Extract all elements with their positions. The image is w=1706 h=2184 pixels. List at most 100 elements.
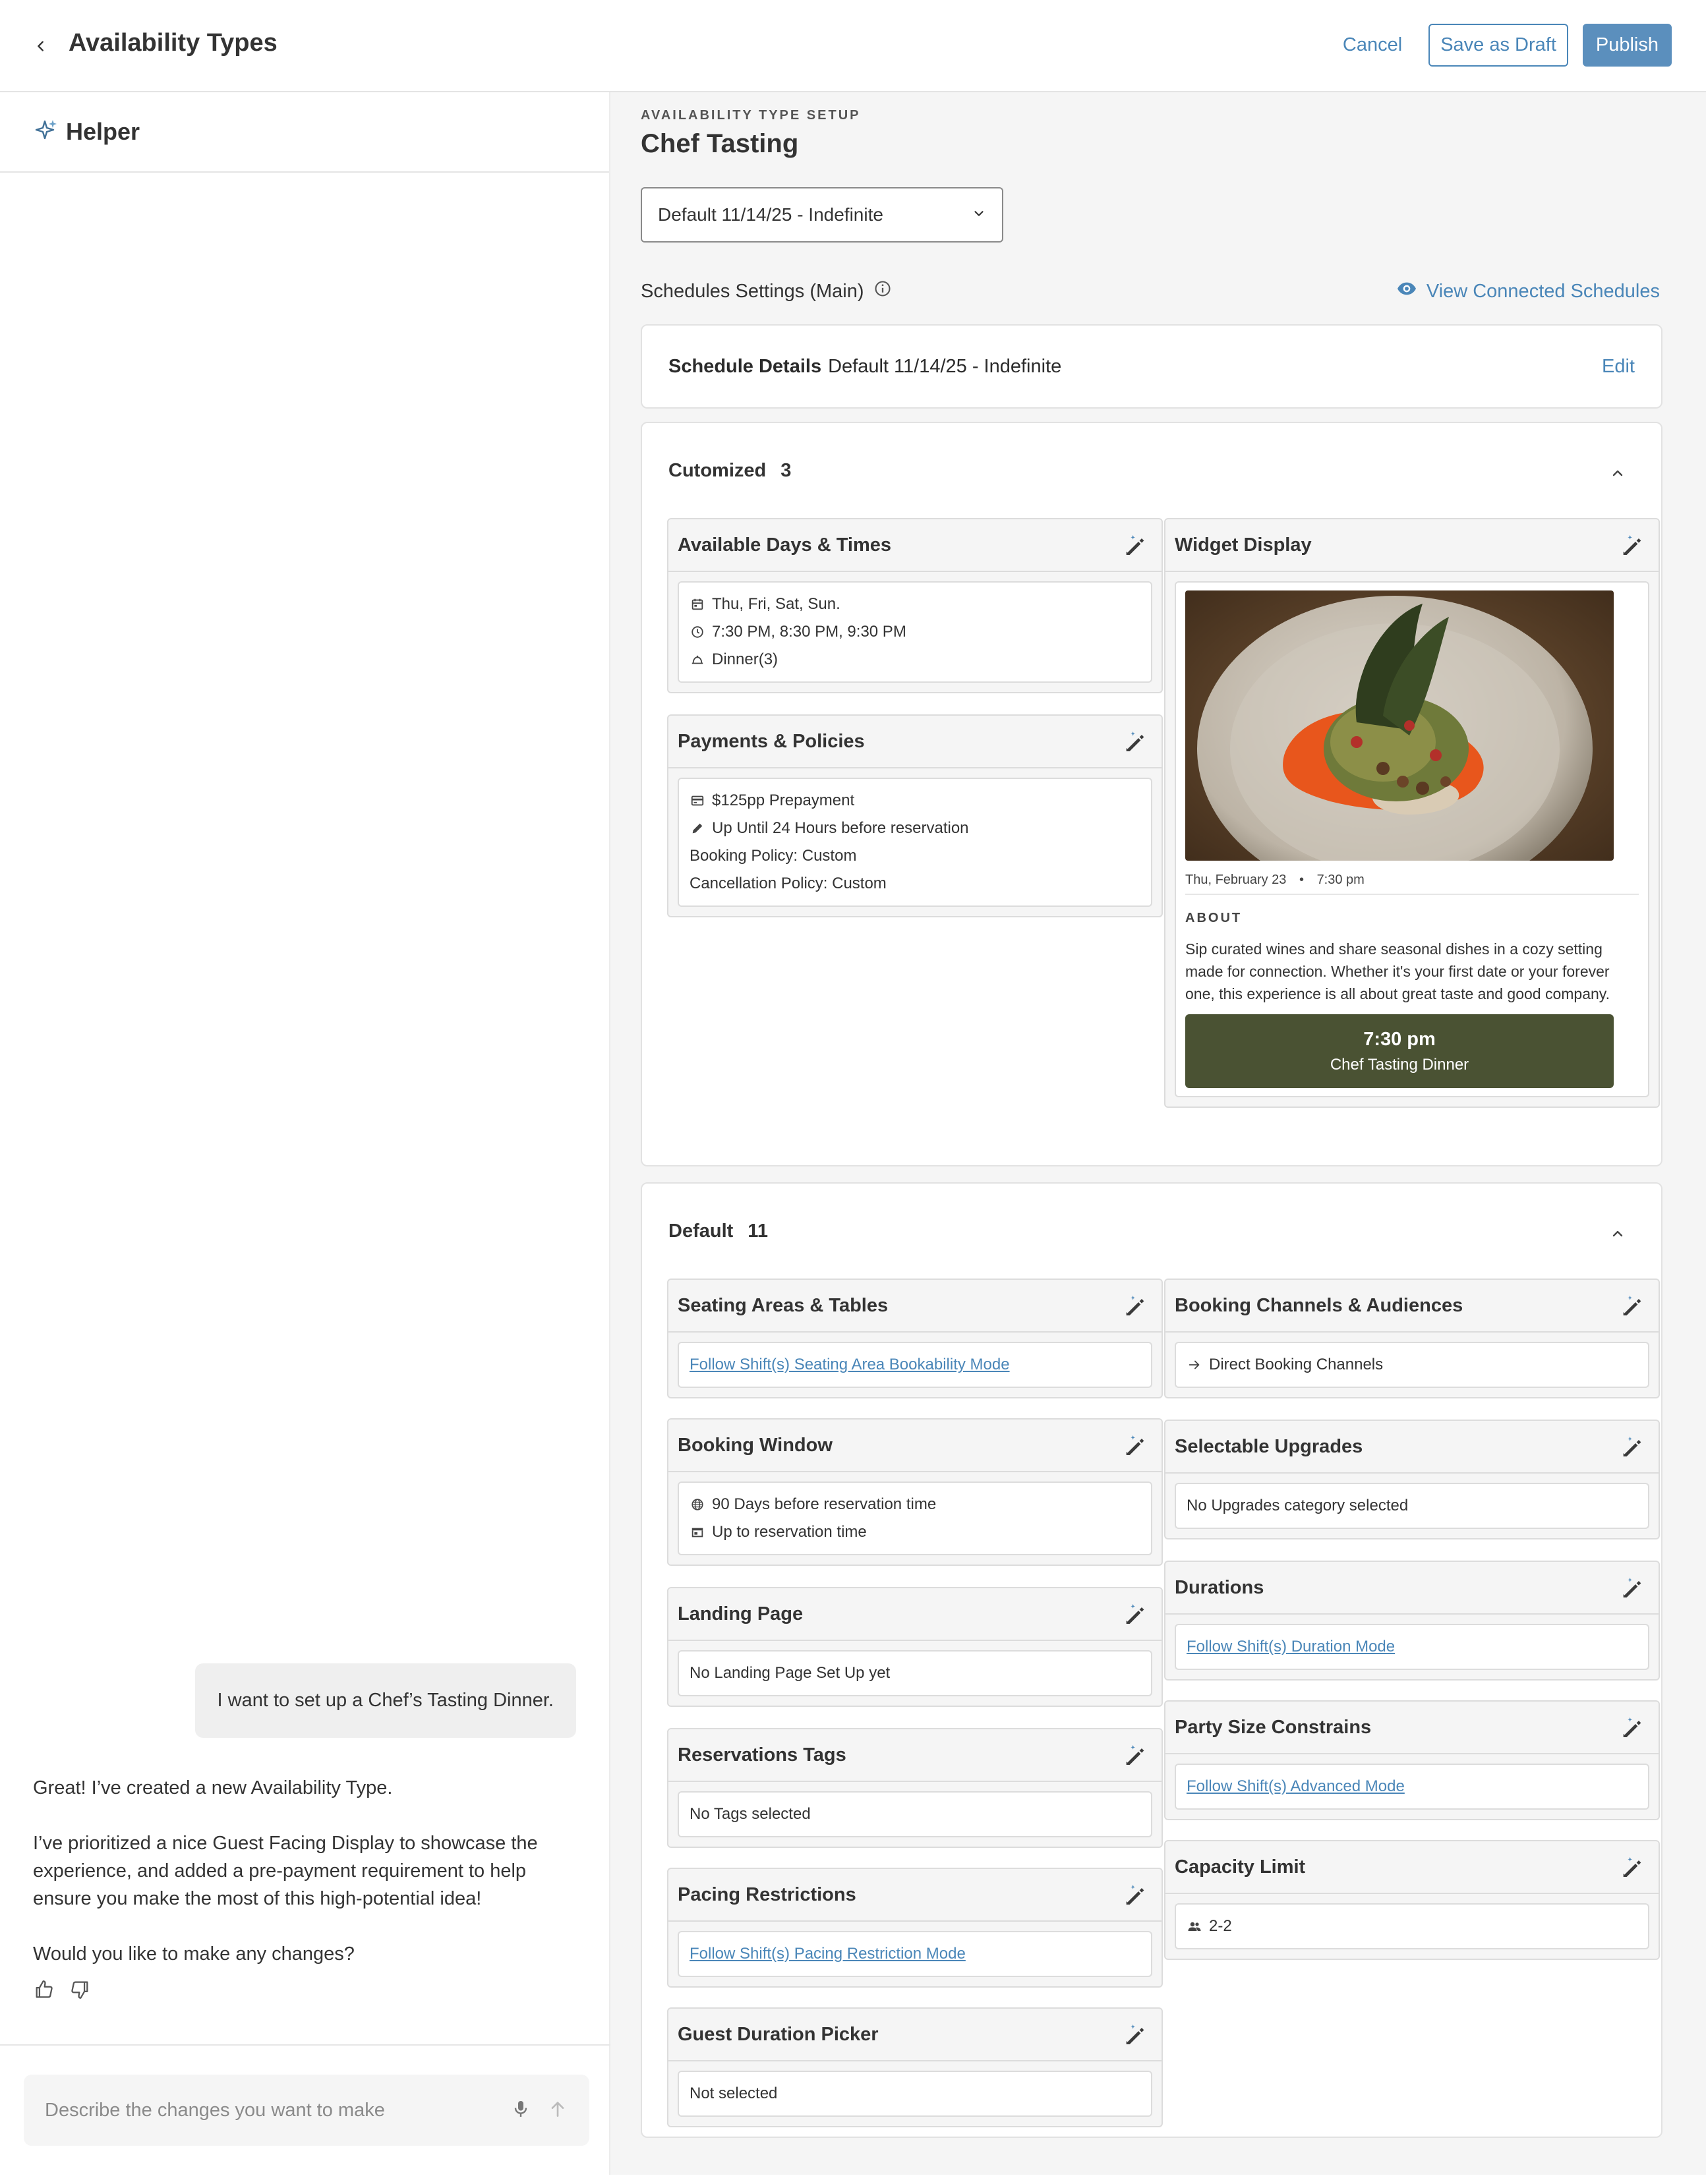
card-title: Widget Display xyxy=(1175,534,1312,556)
chevron-up-icon[interactable] xyxy=(1606,461,1630,485)
magic-edit-icon[interactable] xyxy=(1119,726,1151,757)
magic-edit-icon[interactable] xyxy=(1119,1739,1151,1771)
window-upto-line: Up to reservation time xyxy=(690,1518,1140,1546)
about-heading: ABOUT xyxy=(1185,911,1243,925)
days-line: Thu, Fri, Sat, Sun. xyxy=(690,590,1140,618)
magic-edit-icon[interactable] xyxy=(1119,1598,1151,1630)
magic-edit-icon[interactable] xyxy=(1616,1431,1648,1462)
helper-header: Helper xyxy=(0,92,609,173)
microphone-icon[interactable] xyxy=(510,2098,531,2123)
card-title: Capacity Limit xyxy=(1175,1856,1306,1878)
magic-edit-icon[interactable] xyxy=(1119,1290,1151,1321)
magic-edit-icon[interactable] xyxy=(1616,1290,1648,1321)
card-header: Booking Channels & Audiences xyxy=(1165,1280,1659,1333)
cloche-icon xyxy=(690,652,705,668)
magic-edit-icon[interactable] xyxy=(1616,529,1648,561)
edit-schedule-button[interactable]: Edit xyxy=(1602,356,1635,378)
setup-eyebrow: AVAILABILITY TYPE SETUP xyxy=(641,108,861,123)
window-upto: Up to reservation time xyxy=(712,1523,867,1541)
card-header: Party Size Constrains xyxy=(1165,1702,1659,1754)
schedule-settings-label: Schedules Settings (Main) xyxy=(641,279,892,303)
card-header: Landing Page xyxy=(668,1588,1162,1641)
channels-line: Direct Booking Channels xyxy=(1187,1351,1637,1379)
widget-date: Thu, February 23 xyxy=(1185,873,1287,887)
eye-icon xyxy=(1396,278,1417,304)
thumbs-up-icon[interactable] xyxy=(33,1978,55,2004)
save-draft-button[interactable]: Save as Draft xyxy=(1428,24,1568,67)
assistant-paragraph: I’ve prioritized a nice Guest Facing Dis… xyxy=(33,1833,538,1909)
magic-edit-icon[interactable] xyxy=(1119,2019,1151,2050)
book-time-button[interactable]: 7:30 pm Chef Tasting Dinner xyxy=(1185,1014,1614,1088)
top-actions: Cancel Save as Draft Publish xyxy=(1331,24,1672,67)
available-days-card: Available Days & Times Thu, Fri, Sat, Su… xyxy=(667,518,1163,693)
card-title: Reservations Tags xyxy=(678,1744,846,1766)
booking-policy: Booking Policy: Custom xyxy=(690,847,857,865)
view-connected-text: View Connected Schedules xyxy=(1426,280,1660,302)
card-header: Selectable Upgrades xyxy=(1165,1421,1659,1474)
card-header: Guest Duration Picker xyxy=(668,2009,1162,2061)
sparkle-icon xyxy=(33,117,59,147)
until-line: Up Until 24 Hours before reservation xyxy=(690,815,1140,842)
thumbs-down-icon[interactable] xyxy=(69,1978,91,2004)
chevron-up-icon[interactable] xyxy=(1606,1222,1630,1246)
card-body: Follow Shift(s) Seating Area Bookability… xyxy=(678,1342,1152,1388)
magic-edit-icon[interactable] xyxy=(1616,1711,1648,1743)
default-label: Default xyxy=(668,1221,734,1242)
prepayment-line: $125pp Prepayment xyxy=(690,787,1140,815)
setup-title: Chef Tasting xyxy=(641,129,799,158)
cancel-button[interactable]: Cancel xyxy=(1331,25,1414,65)
card-header: Reservations Tags xyxy=(668,1729,1162,1782)
chat-input-box[interactable] xyxy=(24,2075,589,2146)
reservation-tags-card: Reservations Tags No Tags selected xyxy=(667,1728,1163,1848)
durations-mode-link[interactable]: Follow Shift(s) Duration Mode xyxy=(1187,1638,1395,1656)
customized-label: Cutomized xyxy=(668,460,767,481)
book-label: Chef Tasting Dinner xyxy=(1330,1055,1469,1074)
pencil-icon xyxy=(690,820,705,836)
window-before: 90 Days before reservation time xyxy=(712,1495,937,1513)
user-message: I want to set up a Chef’s Tasting Dinner… xyxy=(194,1663,576,1738)
page-title: Availability Types xyxy=(69,29,278,57)
card-header: Available Days & Times xyxy=(668,519,1162,572)
card-title: Durations xyxy=(1175,1576,1264,1598)
magic-edit-icon[interactable] xyxy=(1119,1879,1151,1911)
arrow-right-icon xyxy=(1187,1357,1202,1373)
widget-date-time: Thu, February 23 • 7:30 pm xyxy=(1185,873,1639,895)
back-chevron-icon[interactable] xyxy=(29,34,53,58)
customized-section: Cutomized 3 Available Days & Times Thu, F… xyxy=(641,422,1662,1166)
chevron-down-icon xyxy=(972,204,986,225)
publish-button[interactable]: Publish xyxy=(1582,24,1672,67)
capacity-limit-card: Capacity Limit 2-2 xyxy=(1164,1840,1660,1960)
card-title: Selectable Upgrades xyxy=(1175,1435,1363,1457)
view-connected-schedules-link[interactable]: View Connected Schedules xyxy=(1396,278,1660,304)
calendar-icon xyxy=(690,596,705,612)
window-before-line: 90 Days before reservation time xyxy=(690,1491,1140,1518)
schedule-select[interactable]: Default 11/14/25 - Indefinite xyxy=(641,187,1003,243)
magic-edit-icon[interactable] xyxy=(1616,1851,1648,1883)
guest-duration-card: Guest Duration Picker Not selected xyxy=(667,2007,1163,2127)
chat-input-actions xyxy=(510,2098,568,2123)
prepayment: $125pp Prepayment xyxy=(712,791,855,809)
magic-edit-icon[interactable] xyxy=(1119,1429,1151,1461)
helper-panel: Helper I want to set up a Chef’s Tasting… xyxy=(0,92,610,2175)
magic-edit-icon[interactable] xyxy=(1119,529,1151,561)
seating-mode-link[interactable]: Follow Shift(s) Seating Area Bookability… xyxy=(690,1356,1010,1374)
card-title: Pacing Restrictions xyxy=(678,1883,856,1905)
card-title: Payments & Policies xyxy=(678,730,865,752)
tags-value: No Tags selected xyxy=(690,1805,811,1823)
card-body: 2-2 xyxy=(1175,1903,1649,1949)
customized-count: 3 xyxy=(780,460,792,481)
storefront-icon xyxy=(690,1524,705,1540)
chat-input[interactable] xyxy=(45,2099,510,2121)
info-icon[interactable] xyxy=(873,279,892,303)
cancellation-policy: Cancellation Policy: Custom xyxy=(690,875,887,892)
available-days: Thu, Fri, Sat, Sun. xyxy=(712,595,840,613)
magic-edit-icon[interactable] xyxy=(1616,1572,1648,1603)
send-arrow-icon[interactable] xyxy=(547,2098,568,2123)
card-body: Follow Shift(s) Pacing Restriction Mode xyxy=(678,1931,1152,1977)
card-body: No Landing Page Set Up yet xyxy=(678,1650,1152,1696)
party-size-mode-link[interactable]: Follow Shift(s) Advanced Mode xyxy=(1187,1777,1405,1796)
capacity-line: 2-2 xyxy=(1187,1912,1637,1940)
pacing-mode-link[interactable]: Follow Shift(s) Pacing Restriction Mode xyxy=(690,1945,966,1963)
capacity-value: 2-2 xyxy=(1209,1917,1232,1935)
feedback-buttons xyxy=(33,1978,91,2004)
